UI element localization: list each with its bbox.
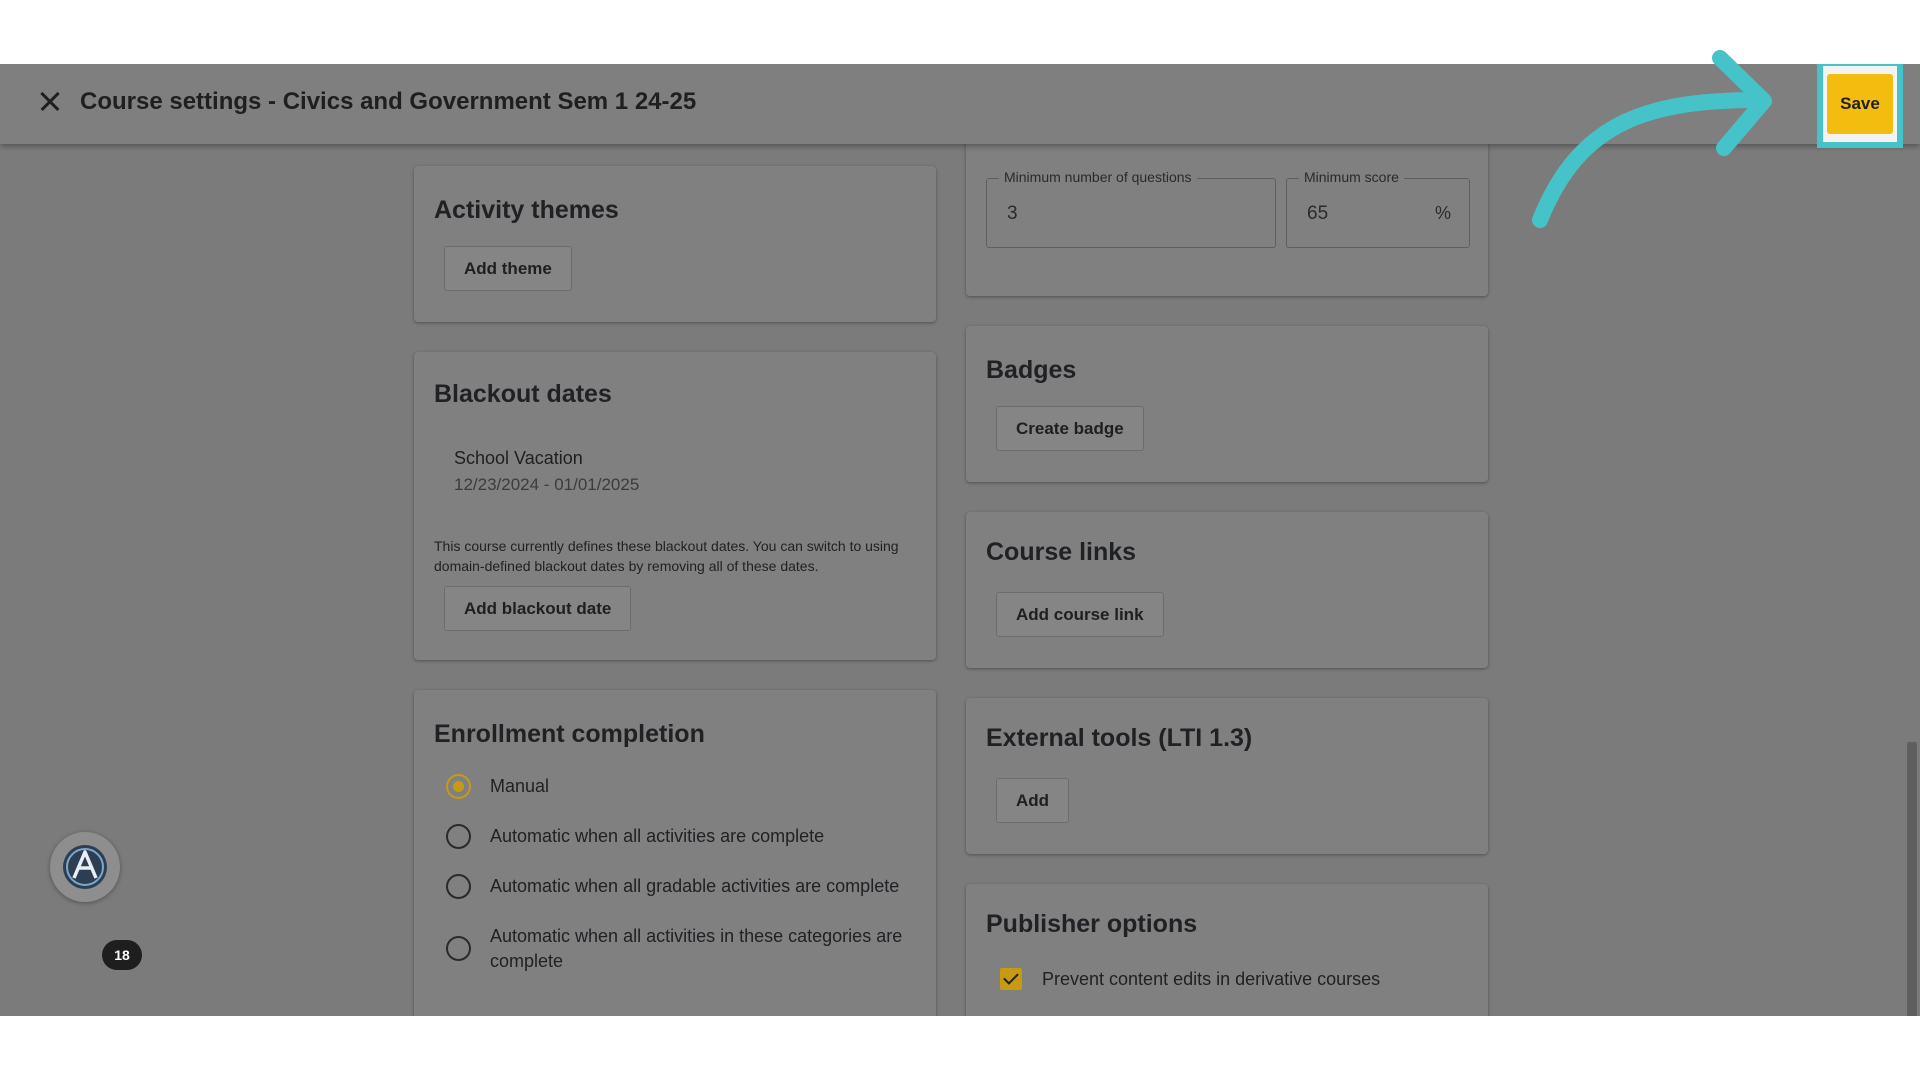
radio-label: Manual <box>490 776 550 796</box>
create-badge-button[interactable]: Create badge <box>996 406 1144 451</box>
blackout-dates-title: Blackout dates <box>434 380 612 408</box>
publisher-options-title: Publisher options <box>986 910 1198 938</box>
add-theme-button[interactable]: Add theme <box>444 246 572 291</box>
add-external-tool-button[interactable]: Add <box>996 778 1070 823</box>
badges-card: Badges Create badge <box>966 326 1488 482</box>
min-score-field[interactable]: Minimum score 65 % <box>1286 169 1470 248</box>
percent-suffix: % <box>1434 203 1451 223</box>
external-tools-title: External tools (LTI 1.3) <box>986 724 1253 752</box>
enrollment-completion-title: Enrollment completion <box>434 720 705 748</box>
radio-label: Automatic when all activities in these c… <box>490 926 903 971</box>
mastery-card: Minimum number of questions 3 Minimum sc… <box>966 124 1488 296</box>
radio-empty-icon[interactable] <box>446 936 471 961</box>
scrollbar-thumb[interactable] <box>1907 742 1917 1016</box>
add-blackout-date-button[interactable]: Add blackout date <box>444 586 632 631</box>
blackout-entry-name: School Vacation <box>454 448 583 468</box>
badges-title: Badges <box>986 356 1077 384</box>
radio-option-gradable-activities[interactable]: Automatic when all gradable activities a… <box>446 874 920 899</box>
vertical-scrollbar[interactable] <box>1904 144 1920 1016</box>
min-questions-field[interactable]: Minimum number of questions 3 <box>986 169 1276 248</box>
radio-option-all-activities[interactable]: Automatic when all activities are comple… <box>446 824 920 849</box>
enrollment-completion-card: Enrollment completion Manual Automatic w… <box>414 690 936 1016</box>
min-questions-label: Minimum number of questions <box>999 169 1197 185</box>
radio-empty-icon[interactable] <box>446 874 471 899</box>
save-highlight: Save <box>1817 64 1903 148</box>
prevent-edits-label: Prevent content edits in derivative cour… <box>1042 969 1381 989</box>
close-icon[interactable] <box>36 88 64 116</box>
save-button[interactable]: Save <box>1827 74 1893 134</box>
assistant-avatar[interactable] <box>50 832 120 902</box>
screen: Course settings - Civics and Government … <box>0 0 1920 1080</box>
course-links-card: Course links Add course link <box>966 512 1488 668</box>
activity-themes-title: Activity themes <box>434 196 619 224</box>
course-settings-dialog: Course settings - Civics and Government … <box>0 64 1920 1016</box>
blackout-entry[interactable]: School Vacation 12/23/2024 - 01/01/2025 <box>454 448 894 500</box>
blackout-dates-card: Blackout dates School Vacation 12/23/202… <box>414 352 936 660</box>
radio-empty-icon[interactable] <box>446 824 471 849</box>
publisher-options-card: Publisher options Prevent content edits … <box>966 884 1488 1016</box>
radio-label: Automatic when all gradable activities a… <box>490 876 900 896</box>
min-score-value[interactable]: 65 <box>1307 203 1407 225</box>
radio-selected-icon[interactable] <box>446 774 471 799</box>
radio-label: Automatic when all activities are comple… <box>490 826 825 846</box>
blackout-note: This course currently defines these blac… <box>434 538 899 574</box>
dialog-header: Course settings - Civics and Government … <box>0 64 1920 144</box>
blackout-entry-range: 12/23/2024 - 01/01/2025 <box>454 475 640 494</box>
min-score-label: Minimum score <box>1299 169 1404 185</box>
add-course-link-button[interactable]: Add course link <box>996 592 1164 637</box>
logo-icon <box>63 845 107 889</box>
page-title: Course settings - Civics and Government … <box>80 88 697 115</box>
checkbox-checked-icon[interactable] <box>1000 968 1022 990</box>
radio-option-manual[interactable]: Manual <box>446 774 920 799</box>
radio-option-categories[interactable]: Automatic when all activities in these c… <box>446 924 920 974</box>
course-links-title: Course links <box>986 538 1137 566</box>
external-tools-card: External tools (LTI 1.3) Add <box>966 698 1488 854</box>
notification-count-badge: 18 <box>102 940 142 970</box>
activity-themes-card: Activity themes Add theme <box>414 166 936 322</box>
min-questions-value[interactable]: 3 <box>1007 203 1157 225</box>
prevent-edits-option[interactable]: Prevent content edits in derivative cour… <box>1000 968 1460 992</box>
